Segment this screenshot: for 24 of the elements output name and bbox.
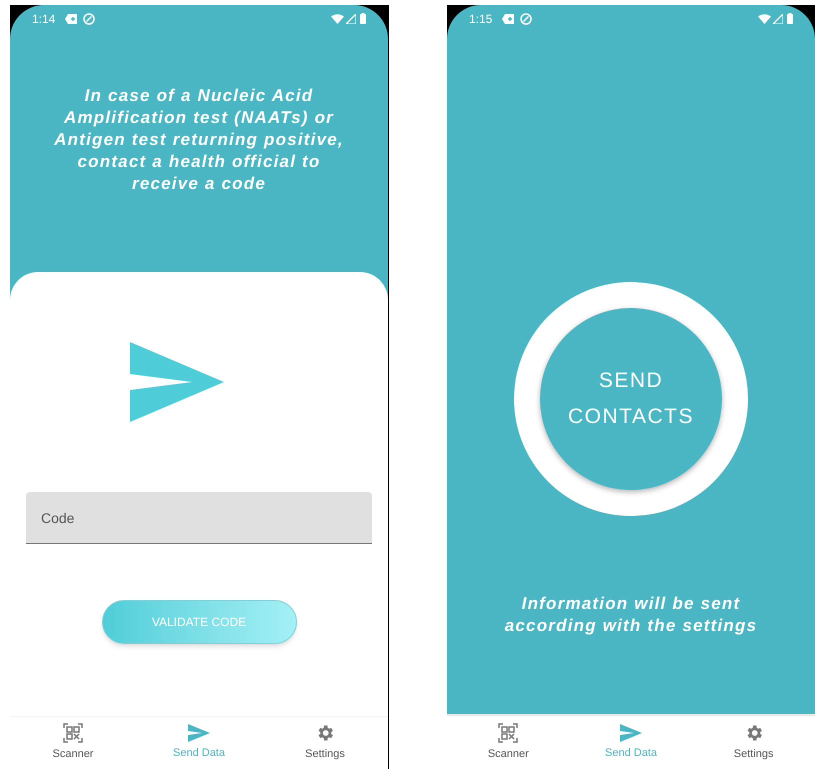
wifi-icon (331, 14, 344, 24)
sync-icon (520, 12, 532, 24)
status-time: 1:14 (32, 10, 56, 28)
nav-tab[interactable]: Scanner (447, 716, 570, 769)
sync-icon (83, 12, 96, 24)
wifi-icon (758, 14, 771, 24)
notification-icon (65, 14, 78, 24)
battery-icon (787, 13, 793, 24)
send-icon (130, 342, 224, 422)
nav-tab[interactable]: Settings (692, 716, 815, 769)
nav-tab[interactable]: Settings (262, 717, 388, 769)
notification-icon (502, 14, 514, 24)
code-field[interactable]: Code (26, 492, 372, 544)
battery-icon (360, 13, 366, 24)
qr-code-icon (63, 723, 83, 744)
signal-icon (346, 14, 356, 24)
send-icon (188, 724, 210, 742)
info-text: Information will be sent according with the settings (504, 593, 758, 637)
status-time: 1:15 (469, 10, 492, 28)
qr-code-icon (498, 722, 518, 743)
nav-tab[interactable]: Scanner (10, 717, 136, 769)
send-icon (620, 724, 642, 742)
instruction-text: In case of a Nucleic Acid Amplification test (NAATs) or Antigen test returning positive, contact a health official to receive a code (52, 84, 345, 194)
signal-icon (773, 14, 783, 24)
